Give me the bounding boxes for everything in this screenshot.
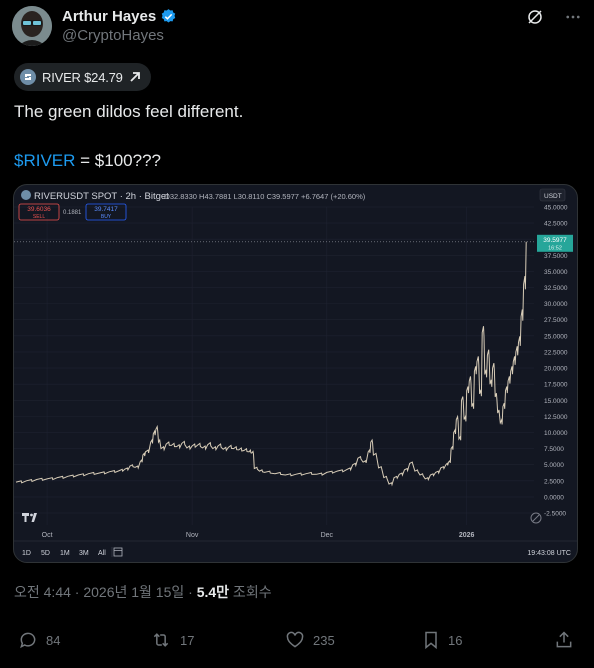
- y-tick-label: 10.0000: [544, 430, 568, 437]
- range-button-1d[interactable]: 1D: [22, 550, 31, 557]
- x-tick-label: 2026: [459, 532, 475, 539]
- repost-icon: [153, 633, 169, 647]
- bookmark-button[interactable]: 16: [422, 630, 462, 650]
- heart-icon: [286, 631, 304, 648]
- sell-label: SELL: [33, 214, 45, 220]
- chart-grid: [14, 206, 534, 525]
- ticker-chip[interactable]: RIVER $24.79: [14, 63, 151, 91]
- calendar-icon[interactable]: [113, 547, 123, 557]
- tweet-text-rest: = $100???: [75, 151, 161, 170]
- bookmark-icon: [425, 631, 437, 650]
- y-tick-label: 22.5000: [544, 349, 568, 356]
- tradingview-logo-icon: [22, 513, 37, 522]
- share-button[interactable]: [554, 630, 574, 650]
- y-tick-label: 15.0000: [544, 398, 568, 405]
- y-tick-label: 25.0000: [544, 333, 568, 340]
- author-name-row: Arthur Hayes: [62, 8, 177, 25]
- avatar-image: [12, 6, 52, 46]
- reply-count: 84: [46, 632, 61, 648]
- range-button-3m[interactable]: 3M: [79, 550, 89, 557]
- tweet-meta: 오전 4:44 · 2026년 1월 15일 · 5.4만 조회수: [14, 582, 272, 602]
- x-axis: Oct Nov Dec 2026: [42, 532, 475, 539]
- tweet-timestamp[interactable]: 오전 4:44 · 2026년 1월 15일 ·: [14, 584, 197, 600]
- last-price-value: 39.5977: [543, 237, 567, 244]
- y-tick-label: 2.5000: [544, 478, 564, 485]
- settings-gear-icon[interactable]: [530, 512, 542, 524]
- chart-time: 19:43:08 UTC: [527, 550, 571, 557]
- y-tick-label: 17.5000: [544, 382, 568, 389]
- views-label: 조회수: [229, 584, 272, 600]
- y-tick-label: 0.0000: [544, 494, 564, 501]
- river-token-icon: [20, 69, 36, 85]
- reply-icon: [20, 632, 36, 649]
- y-tick-label: 35.0000: [544, 269, 568, 276]
- y-tick-label: 37.5000: [544, 253, 568, 260]
- range-button-1m[interactable]: 1M: [60, 550, 70, 557]
- y-tick-label: 42.5000: [544, 221, 568, 228]
- chart-card[interactable]: RIVERUSDT SPOT · 2h · Bitget O32.8330 H4…: [13, 184, 578, 563]
- currency-label: USDT: [544, 193, 562, 200]
- repost-button[interactable]: 17: [150, 630, 194, 650]
- author-name[interactable]: Arthur Hayes: [62, 8, 156, 25]
- y-tick-label: 12.5000: [544, 414, 568, 421]
- ohlc-readout: O32.8330 H43.7881 L30.8110 C39.5977 +6.7…: [164, 192, 366, 201]
- header-actions: [526, 8, 582, 26]
- last-price-tag: 39.5977 16:52: [537, 234, 573, 252]
- y-tick-label: 32.5000: [544, 285, 568, 292]
- tweet-actions: 84 17 235 16: [18, 630, 578, 654]
- view-count: 5.4만: [196, 584, 230, 600]
- more-options-icon[interactable]: [564, 8, 582, 26]
- y-tick-label: 20.0000: [544, 366, 568, 373]
- share-icon: [556, 631, 572, 648]
- y-tick-label: 7.5000: [544, 446, 564, 453]
- spread-value: 0.1881: [63, 210, 82, 216]
- avatar[interactable]: [12, 6, 52, 46]
- range-button-5d[interactable]: 5D: [41, 550, 50, 557]
- y-tick-label: -2.5000: [544, 511, 566, 518]
- y-tick-label: 27.5000: [544, 317, 568, 324]
- buy-label: BUY: [101, 214, 112, 220]
- tweet-header: Arthur Hayes @CryptoHayes: [12, 6, 582, 46]
- reply-button[interactable]: 84: [18, 630, 60, 650]
- like-count: 235: [313, 632, 335, 648]
- repost-count: 17: [180, 632, 195, 648]
- x-tick-label: Oct: [42, 532, 53, 539]
- last-price-countdown: 16:52: [548, 245, 562, 251]
- y-tick-label: 5.0000: [544, 462, 564, 469]
- author-handle[interactable]: @CryptoHayes: [62, 27, 164, 44]
- grok-icon[interactable]: [526, 8, 544, 26]
- tweet-text-line1: The green dildos feel different.: [14, 102, 244, 121]
- chart-title: RIVERUSDT SPOT · 2h · Bitget: [34, 191, 169, 202]
- x-tick-label: Nov: [186, 532, 199, 539]
- y-tick-label: 30.0000: [544, 301, 568, 308]
- buy-price: 39.7417: [94, 206, 118, 213]
- price-line: [15, 241, 527, 487]
- bookmark-count: 16: [448, 632, 463, 648]
- sell-price: 39.6036: [27, 206, 51, 213]
- arrow-up-right-icon: [130, 72, 140, 82]
- tweet-text-line2: $RIVER = $100???: [14, 151, 161, 171]
- ticker-label: RIVER $24.79: [42, 69, 123, 85]
- x-tick-label: Dec: [321, 532, 334, 539]
- y-tick-label: 45.0000: [544, 205, 568, 212]
- price-chart: RIVERUSDT SPOT · 2h · Bitget O32.8330 H4…: [14, 188, 577, 557]
- cashtag-link[interactable]: $RIVER: [14, 151, 75, 170]
- range-button-all[interactable]: All: [98, 550, 106, 557]
- range-buttons: 1D 5D 1M 3M All: [22, 550, 106, 557]
- like-button[interactable]: 235: [285, 630, 335, 650]
- verified-badge-icon: [161, 9, 176, 23]
- river-symbol-icon: [21, 190, 31, 200]
